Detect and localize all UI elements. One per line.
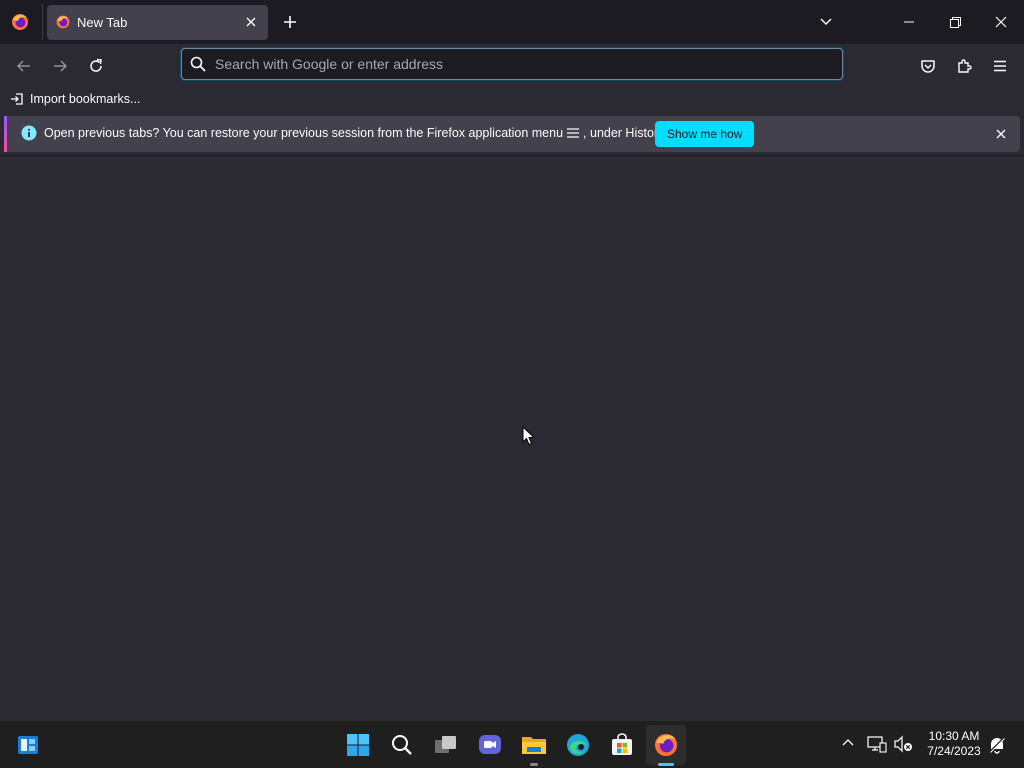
page-content[interactable] [0,156,1024,720]
restore-button[interactable] [932,0,978,44]
close-tab-icon[interactable] [242,13,260,31]
notification-center-icon[interactable] [988,736,1006,754]
folder-icon[interactable] [518,729,550,766]
application-menu-button[interactable] [986,52,1014,80]
notification-message: Open previous tabs? You can restore your… [44,126,667,140]
tab-strip: New Tab [0,0,1024,44]
windows-start-icon[interactable] [342,729,374,761]
info-icon [21,125,37,141]
search-icon [190,56,206,72]
back-button[interactable] [10,52,38,80]
search-icon[interactable] [386,729,418,761]
firefox-view-icon[interactable] [10,12,30,32]
show-me-how-button[interactable]: Show me how [655,121,755,147]
network-icon[interactable] [867,735,887,753]
extensions-button[interactable] [950,52,978,80]
mouse-cursor-icon [522,426,536,446]
windows-taskbar: 10:30 AM 7/24/2023 [0,720,1024,768]
tab-separator [42,4,43,40]
clock-time: 10:30 AM [928,729,980,743]
task-view-icon[interactable] [430,729,462,761]
navigation-toolbar [0,44,1024,86]
clock-date: 7/24/2023 [927,744,981,758]
import-bookmarks-button[interactable]: Import bookmarks... [10,90,140,108]
list-all-tabs-button[interactable] [815,11,837,33]
close-notification-icon[interactable] [992,125,1010,143]
close-window-button[interactable] [978,0,1024,44]
minimize-button[interactable] [886,0,932,44]
address-input[interactable] [215,49,825,79]
tab-new-tab[interactable]: New Tab [47,5,268,40]
active-app-indicator [658,763,674,766]
notification-text-main: Open previous tabs? You can restore your… [44,126,564,140]
show-hidden-icons-chevron-icon[interactable] [840,735,856,751]
reload-button[interactable] [82,52,110,80]
firefox-icon[interactable] [650,729,682,766]
chat-icon[interactable] [474,729,506,761]
session-restore-notification: Open previous tabs? You can restore your… [4,116,1020,152]
address-bar[interactable] [181,48,843,80]
tab-title: New Tab [77,15,128,30]
running-indicator [530,763,538,766]
bookmarks-toolbar: Import bookmarks... [0,86,1024,112]
forward-button[interactable] [46,52,74,80]
hamburger-menu-icon [567,127,580,139]
store-icon[interactable] [606,729,638,761]
save-to-pocket-button[interactable] [914,52,942,80]
firefox-icon [55,14,71,30]
import-icon [10,92,24,106]
volume-muted-icon[interactable] [893,735,913,753]
import-bookmarks-label: Import bookmarks... [30,92,141,106]
widgets-icon[interactable] [12,729,44,761]
system-clock[interactable]: 10:30 AM 7/24/2023 [918,729,990,759]
new-tab-button[interactable] [279,11,301,33]
edge-icon[interactable] [562,729,594,761]
